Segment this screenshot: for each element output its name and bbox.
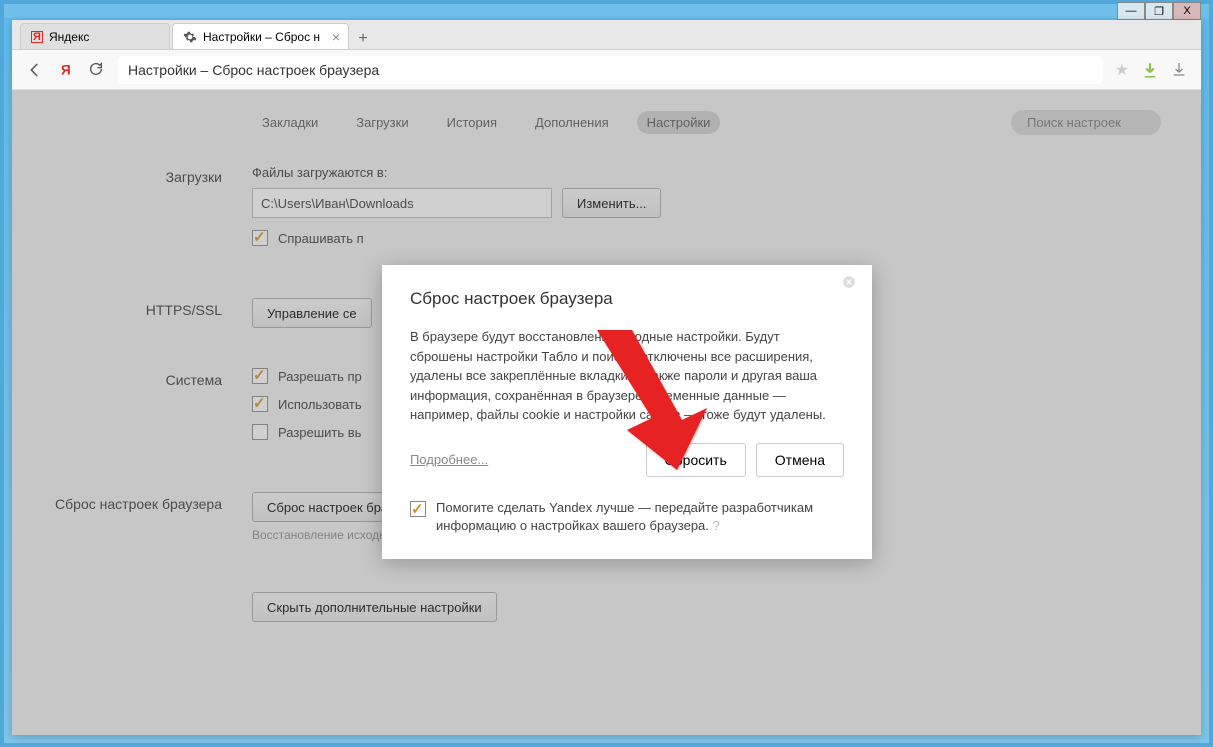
modal-cancel-button[interactable]: Отмена — [756, 443, 844, 477]
modal-title: Сброс настроек браузера — [410, 289, 844, 309]
download-arrow-icon[interactable] — [1171, 61, 1189, 79]
modal-body-text: В браузере будут восстановлены исходные … — [410, 327, 844, 425]
svg-text:Я: Я — [61, 62, 71, 77]
help-yandex-label: Помогите сделать Yandex лучше — передайт… — [436, 499, 844, 535]
address-bar: Я ★ — [12, 50, 1201, 90]
back-button[interactable] — [24, 59, 46, 81]
tab-yandex[interactable]: Я Яндекс — [20, 23, 170, 49]
modal-more-link[interactable]: Подробнее... — [410, 452, 488, 467]
yandex-logo-icon[interactable]: Я — [58, 61, 76, 79]
modal-close-icon[interactable] — [842, 275, 860, 293]
bookmark-star-icon[interactable]: ★ — [1115, 60, 1129, 80]
help-icon[interactable]: ? — [713, 518, 720, 533]
new-tab-button[interactable]: + — [351, 29, 375, 49]
help-yandex-checkbox[interactable] — [410, 501, 426, 517]
minimize-button[interactable]: — — [1117, 2, 1145, 20]
tab-strip: Я Яндекс Настройки – Сброс н × + — [12, 20, 1201, 50]
titlebar: — ❐ X — [4, 4, 1209, 18]
reset-confirm-modal: Сброс настроек браузера В браузере будут… — [382, 265, 872, 559]
maximize-button[interactable]: ❐ — [1145, 2, 1173, 20]
tab-label: Яндекс — [49, 30, 89, 44]
reload-button[interactable] — [88, 61, 106, 79]
yandex-favicon: Я — [31, 31, 43, 43]
window-close-button[interactable]: X — [1173, 2, 1201, 20]
gear-icon — [183, 30, 197, 44]
modal-reset-button[interactable]: Сбросить — [646, 443, 746, 477]
tab-settings[interactable]: Настройки – Сброс н × — [172, 23, 349, 49]
tab-label: Настройки – Сброс н — [203, 30, 320, 44]
downloads-icon[interactable] — [1141, 61, 1159, 79]
tab-close-icon[interactable]: × — [332, 29, 340, 45]
address-input[interactable] — [118, 56, 1103, 84]
content-area: Закладки Загрузки История Дополнения Нас… — [12, 90, 1201, 735]
